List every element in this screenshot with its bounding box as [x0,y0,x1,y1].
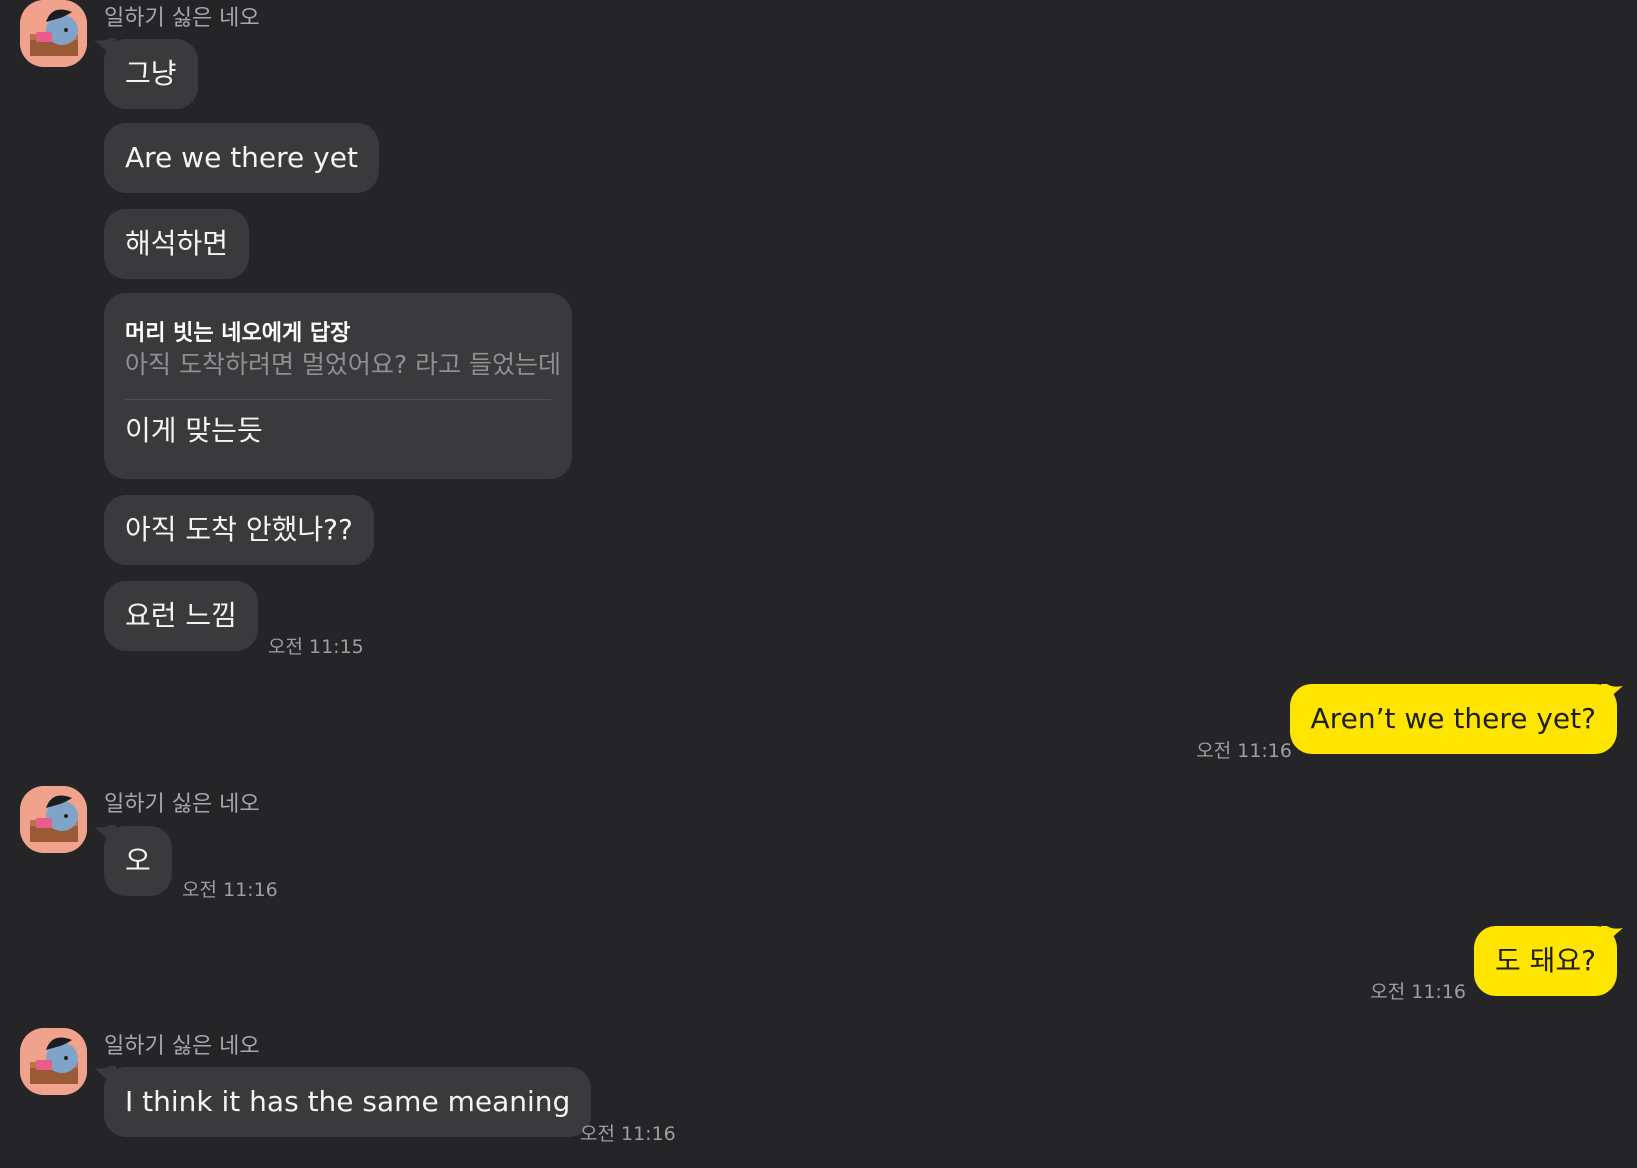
outgoing-message-bubble[interactable]: 도 돼요? [1473,926,1617,996]
reply-message-bubble[interactable]: 머리 빗는 네오에게 답장 아직 도착하려면 멀었어요? 라고 들었는데 이게 … [104,293,572,479]
sender-avatar[interactable] [20,1028,87,1095]
bubble-tail [1601,926,1623,948]
outgoing-message-bubble[interactable]: Aren’t we there yet? [1289,684,1617,754]
message-bubble[interactable]: 아직 도착 안했나?? [104,495,374,565]
neo-avatar-icon [20,0,87,67]
sender-name: 일하기 싫은 네오 [104,1034,260,1059]
bubble-tail [1601,684,1623,706]
message-bubble[interactable]: 요런 느낌 [104,581,258,651]
message-bubble[interactable]: I think it has the same meaning [104,1067,592,1137]
quoted-message[interactable]: 아직 도착하려면 멀었어요? 라고 들었는데 [125,345,561,381]
message-timestamp: 오전 11:15 [268,636,364,658]
message-bubble[interactable]: 그냥 [104,39,198,109]
message-bubble[interactable]: 해석하면 [104,209,250,279]
reply-message-text: 이게 맞는듯 [125,414,263,447]
reply-to-label[interactable]: 머리 빗는 네오에게 답장 [125,315,350,347]
message-timestamp: 오전 11:16 [1370,981,1466,1003]
message-bubble[interactable]: Are we there yet [104,123,379,193]
sender-avatar[interactable] [20,786,87,853]
neo-avatar-icon [20,1028,87,1095]
reply-divider [125,399,551,400]
message-timestamp: 오전 11:16 [580,1123,676,1145]
sender-name: 일하기 싫은 네오 [104,6,260,31]
neo-avatar-icon [20,786,87,853]
message-bubble[interactable]: 오 [104,826,172,896]
sender-avatar[interactable] [20,0,87,67]
sender-name: 일하기 싫은 네오 [104,792,260,817]
message-timestamp: 오전 11:16 [1196,740,1292,762]
message-timestamp: 오전 11:16 [182,879,278,901]
